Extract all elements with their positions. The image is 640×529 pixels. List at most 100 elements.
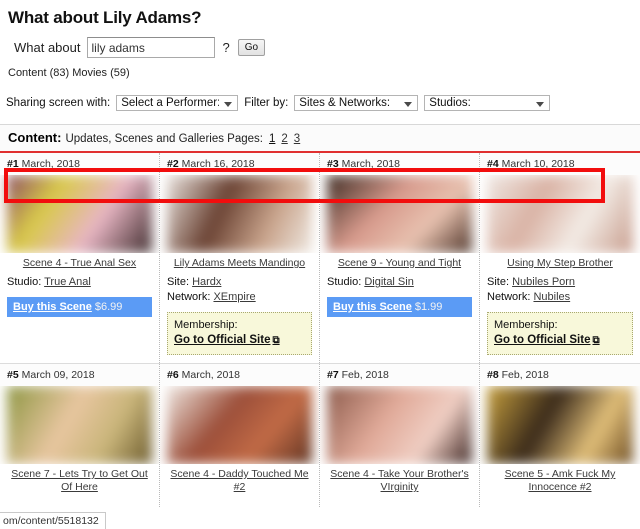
- sites-networks-select[interactable]: Sites & Networks:: [294, 95, 419, 111]
- card-index: #4: [487, 158, 499, 170]
- card-meta-line-2: Network: XEmpire: [167, 290, 312, 305]
- content-grid-row-2: #5 March 09, 2018 Scene 7 - Lets Try to …: [0, 363, 640, 507]
- performer-select-label: Select a Performer:: [121, 97, 220, 109]
- studios-select[interactable]: Studios:: [424, 95, 551, 111]
- card-meta-value-link[interactable]: True Anal: [44, 276, 91, 288]
- card-meta-value-link[interactable]: Nubiles Porn: [512, 276, 575, 288]
- buy-scene-button[interactable]: Buy this Scene $6.99: [7, 297, 152, 317]
- external-link-icon: ⧉: [592, 335, 600, 346]
- card-index: #8: [487, 369, 499, 381]
- go-button[interactable]: Go: [237, 39, 266, 56]
- card-meta-value-link[interactable]: Nubiles: [533, 291, 570, 303]
- card-index: #3: [327, 158, 339, 170]
- studios-select-label: Studios:: [429, 97, 471, 109]
- card-header: #6 March, 2018: [160, 364, 319, 386]
- card-thumbnail-wrap[interactable]: [0, 386, 159, 464]
- sites-networks-select-label: Sites & Networks:: [299, 97, 391, 109]
- card-meta-value-link[interactable]: Digital Sin: [364, 276, 414, 288]
- card-thumbnail: [7, 175, 152, 253]
- buy-scene-price: $6.99: [94, 301, 123, 313]
- card-date: March 16, 2018: [181, 158, 255, 170]
- page-link-3[interactable]: 3: [294, 133, 300, 145]
- go-to-official-site-link[interactable]: Go to Official Site ⧉: [494, 333, 626, 348]
- card-meta-line-1: Studio: Digital Sin: [327, 275, 472, 290]
- card-body: Scene 4 - Take Your Brother's VIrginity: [320, 464, 479, 507]
- card-date: Feb, 2018: [341, 369, 389, 381]
- membership-box[interactable]: Membership: Go to Official Site ⧉: [167, 312, 312, 355]
- card-thumbnail: [167, 386, 312, 464]
- card-date: March 10, 2018: [501, 158, 575, 170]
- card-meta-line-2: Network: Nubiles: [487, 290, 633, 305]
- chevron-down-icon: [404, 102, 413, 107]
- go-to-official-site-link[interactable]: Go to Official Site ⧉: [174, 333, 305, 348]
- card-body: Using My Step Brother Site: Nubiles Porn…: [480, 253, 640, 363]
- card-thumbnail: [327, 175, 472, 253]
- card-meta-label: Studio:: [7, 276, 42, 288]
- card-thumbnail: [7, 386, 152, 464]
- card-title-link[interactable]: Using My Step Brother: [487, 257, 633, 270]
- card-thumbnail-wrap[interactable]: [320, 175, 479, 253]
- sharing-screen-label: Sharing screen with:: [6, 97, 111, 109]
- page-root: What about Lily Adams? What about ? Go C…: [0, 0, 640, 529]
- buy-scene-button[interactable]: Buy this Scene $1.99: [327, 297, 472, 317]
- content-card[interactable]: #8 Feb, 2018 Scene 5 - Amk Fuck My Innoc…: [480, 364, 640, 507]
- card-meta-line-1: Studio: True Anal: [7, 275, 152, 290]
- content-card[interactable]: #1 March, 2018 Scene 4 - True Anal Sex S…: [0, 153, 160, 363]
- search-row: What about ? Go: [0, 28, 640, 58]
- search-prefix-label: What about: [14, 40, 81, 55]
- card-title-link[interactable]: Scene 7 - Lets Try to Get Out Of Here: [7, 468, 152, 494]
- card-index: #6: [167, 369, 179, 381]
- content-card[interactable]: #2 March 16, 2018 Lily Adams Meets Mandi…: [160, 153, 320, 363]
- content-section-title: Content:: [8, 130, 62, 145]
- card-meta-label: Site:: [167, 276, 190, 288]
- search-input[interactable]: [86, 37, 215, 58]
- card-thumbnail-wrap[interactable]: [480, 175, 640, 253]
- card-thumbnail-wrap[interactable]: [480, 386, 640, 464]
- performer-select[interactable]: Select a Performer:: [116, 95, 239, 111]
- card-title-link[interactable]: Scene 4 - Take Your Brother's VIrginity: [327, 468, 472, 494]
- content-card[interactable]: #4 March 10, 2018 Using My Step Brother …: [480, 153, 640, 363]
- card-date: March 09, 2018: [21, 369, 95, 381]
- card-body: Scene 4 - Daddy Touched Me #2: [160, 464, 319, 507]
- page-link-2[interactable]: 2: [281, 133, 287, 145]
- card-thumbnail: [487, 175, 633, 253]
- page-link-1[interactable]: 1: [269, 133, 275, 145]
- card-date: March, 2018: [21, 158, 80, 170]
- card-index: #7: [327, 369, 339, 381]
- card-title-link[interactable]: Lily Adams Meets Mandingo: [167, 257, 312, 270]
- card-thumbnail-wrap[interactable]: [160, 386, 319, 464]
- chevron-down-icon: [536, 102, 545, 107]
- card-thumbnail-wrap[interactable]: [160, 175, 319, 253]
- card-meta-value-link[interactable]: XEmpire: [213, 291, 255, 303]
- card-meta-label: Site:: [487, 276, 510, 288]
- card-thumbnail-wrap[interactable]: [0, 175, 159, 253]
- card-header: #4 March 10, 2018: [480, 153, 640, 175]
- membership-label: Membership:: [494, 319, 558, 331]
- external-link-icon: ⧉: [272, 335, 280, 346]
- content-card[interactable]: #7 Feb, 2018 Scene 4 - Take Your Brother…: [320, 364, 480, 507]
- buy-scene-label: Buy this Scene: [13, 301, 92, 313]
- question-mark-label: ?: [222, 40, 230, 55]
- buy-scene-price: $1.99: [414, 301, 443, 313]
- card-thumbnail: [167, 175, 312, 253]
- card-body: Scene 5 - Amk Fuck My Innocence #2: [480, 464, 640, 507]
- card-thumbnail-wrap[interactable]: [320, 386, 479, 464]
- card-title-link[interactable]: Scene 4 - True Anal Sex: [7, 257, 152, 270]
- card-body: Lily Adams Meets Mandingo Site: Hardx Ne…: [160, 253, 319, 363]
- browser-status-bar: om/content/5518132: [0, 512, 106, 529]
- membership-box[interactable]: Membership: Go to Official Site ⧉: [487, 312, 633, 355]
- card-body: Scene 7 - Lets Try to Get Out Of Here: [0, 464, 159, 507]
- content-card[interactable]: #6 March, 2018 Scene 4 - Daddy Touched M…: [160, 364, 320, 507]
- card-meta-value-link[interactable]: Hardx: [192, 276, 221, 288]
- card-title-link[interactable]: Scene 5 - Amk Fuck My Innocence #2: [487, 468, 633, 494]
- chevron-down-icon: [224, 102, 233, 107]
- card-header: #7 Feb, 2018: [320, 364, 479, 386]
- card-meta-label: Network:: [487, 291, 531, 303]
- card-title-link[interactable]: Scene 4 - Daddy Touched Me #2: [167, 468, 312, 494]
- content-section-subtitle: Updates, Scenes and Galleries Pages:: [65, 133, 263, 145]
- content-card[interactable]: #5 March 09, 2018 Scene 7 - Lets Try to …: [0, 364, 160, 507]
- card-index: #5: [7, 369, 19, 381]
- content-card[interactable]: #3 March, 2018 Scene 9 - Young and Tight…: [320, 153, 480, 363]
- page-title: What about Lily Adams?: [8, 8, 202, 27]
- card-title-link[interactable]: Scene 9 - Young and Tight: [327, 257, 472, 270]
